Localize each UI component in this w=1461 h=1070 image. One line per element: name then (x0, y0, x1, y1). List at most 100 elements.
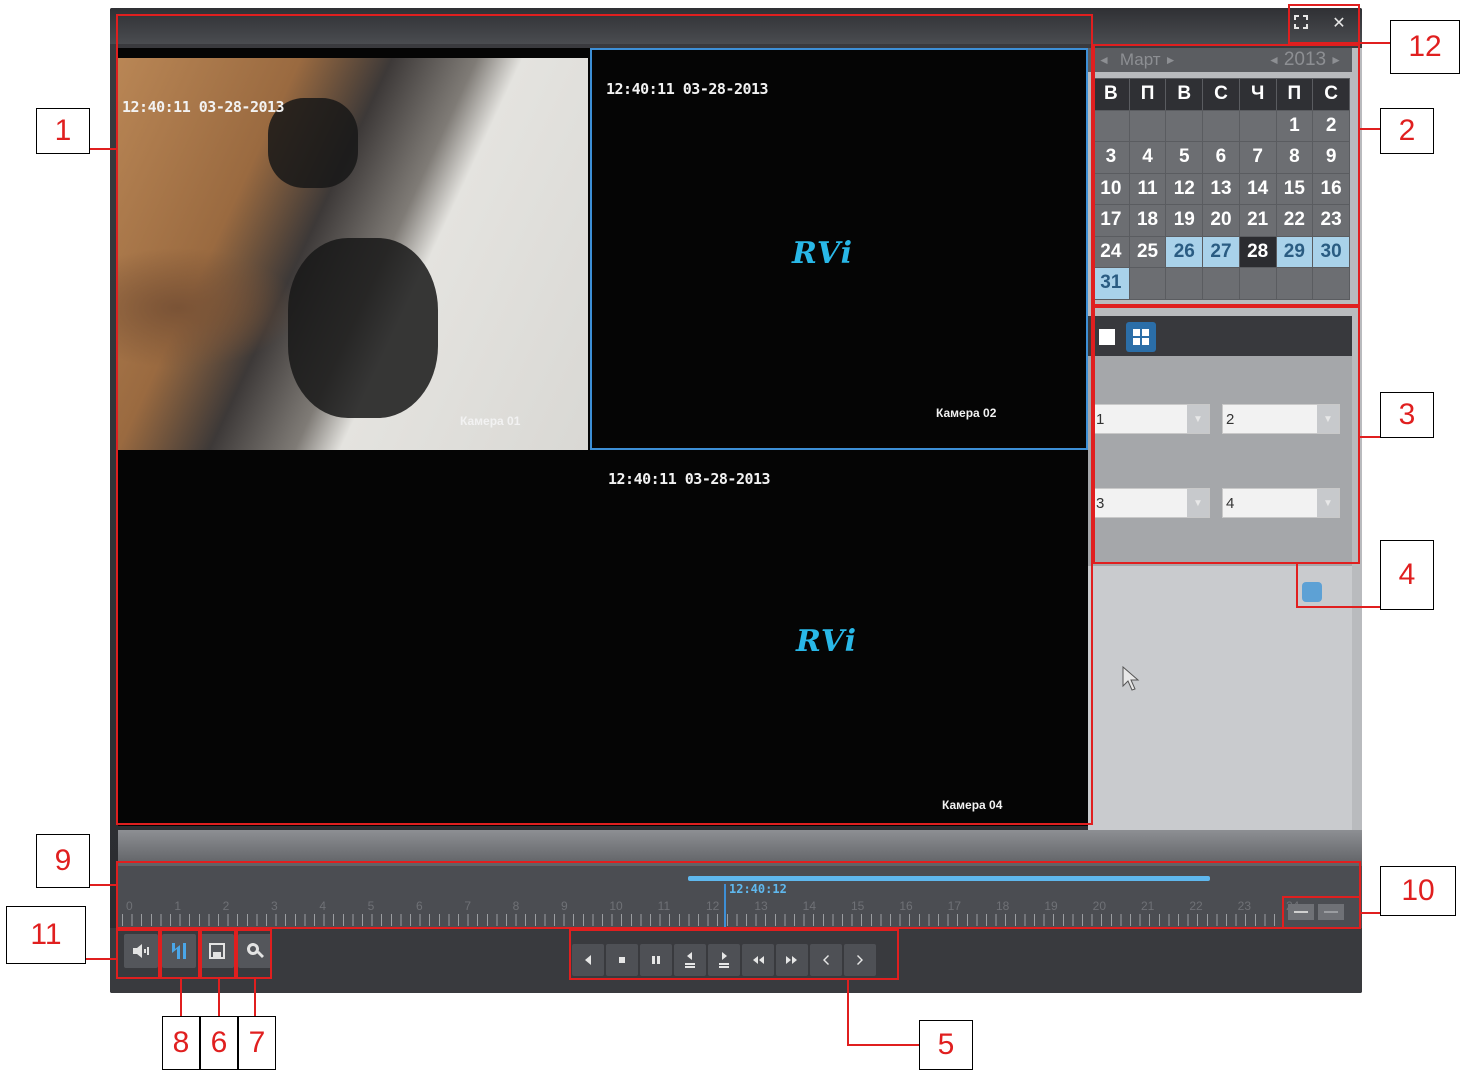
calendar-day[interactable]: 21 (1238, 204, 1277, 237)
calendar-day[interactable]: 20 (1202, 204, 1240, 237)
channel-select-1[interactable]: 1 ▼ (1092, 404, 1210, 434)
calendar-empty-cell (1128, 109, 1167, 142)
calendar-day[interactable]: 10 (1092, 172, 1130, 205)
mouse-pointer-icon (1122, 666, 1140, 691)
prev-month-icon[interactable]: ◄ (1098, 53, 1110, 67)
video-tile-camera-4[interactable]: 12:40:11 03-28-2013 RVi Камера 04 (118, 452, 1088, 826)
save-button[interactable] (200, 934, 234, 968)
timeline-current-time: 12:40:12 (729, 882, 787, 896)
zoom-in-button[interactable] (1318, 904, 1344, 920)
play-reverse-icon (585, 955, 591, 965)
calendar-day[interactable]: 6 (1202, 141, 1240, 174)
pause-button[interactable] (640, 944, 672, 976)
calendar-day[interactable]: 17 (1092, 204, 1130, 237)
timeline-hour-label: 20 (1092, 899, 1107, 913)
calendar-day[interactable]: 15 (1275, 172, 1314, 205)
calendar-day[interactable]: 26 (1165, 235, 1204, 268)
calendar-day[interactable]: 28 (1238, 235, 1277, 268)
video-tile-camera-2[interactable]: 12:40:11 03-28-2013 RVi Камера 02 (590, 48, 1088, 450)
calendar-week-row: 12 (1092, 109, 1350, 142)
fast-button[interactable] (776, 944, 808, 976)
calendar-empty-cell (1165, 267, 1204, 300)
calendar-day[interactable]: 7 (1238, 141, 1277, 174)
camera-object (288, 238, 438, 418)
fullscreen-button[interactable] (1288, 10, 1314, 34)
calendar-day[interactable]: 11 (1128, 172, 1167, 205)
clip-marker-button[interactable] (162, 934, 196, 968)
next-button[interactable] (844, 944, 876, 976)
calendar-day[interactable]: 24 (1092, 235, 1130, 268)
callout-label: 6 (200, 1016, 238, 1070)
rvi-logo: RVi (792, 236, 854, 271)
calendar-empty-cell (1238, 109, 1277, 142)
calendar-day[interactable]: 12 (1165, 172, 1204, 205)
calendar-day[interactable]: 9 (1312, 141, 1350, 174)
video-tile-camera-1[interactable]: 12:40:11 03-28-2013 Камера 01 (118, 58, 588, 450)
close-button[interactable]: ✕ (1326, 10, 1352, 34)
timeline[interactable]: 12:40:12 0 1 2 3 4 5 6 7 8 9 10 11 12 13 14 15 16 17 18 19 2… (118, 866, 1362, 928)
video-grid[interactable]: 12:40:11 03-28-2013 Камера 01 12:40:11 0… (118, 48, 1088, 826)
calendar-day[interactable]: 19 (1165, 204, 1204, 237)
chevron-down-icon: ▼ (1187, 405, 1209, 433)
next-year-icon[interactable]: ► (1330, 53, 1342, 67)
callout-label: 7 (238, 1016, 276, 1070)
status-indicator[interactable] (1302, 582, 1322, 602)
calendar-day[interactable]: 27 (1202, 235, 1240, 268)
calendar-day[interactable]: 4 (1128, 141, 1167, 174)
slow-button[interactable] (742, 944, 774, 976)
calendar-day[interactable]: 3 (1092, 141, 1130, 174)
chevron-down-icon: ▼ (1187, 489, 1209, 517)
annotation-line (1360, 128, 1380, 130)
calendar-day[interactable]: 2 (1312, 109, 1350, 142)
calendar-day[interactable]: 5 (1165, 141, 1204, 174)
timeline-hour-label: 5 (367, 899, 375, 913)
chevron-down-icon: ▼ (1317, 489, 1339, 517)
calendar-empty-cell (1128, 267, 1167, 300)
previous-button[interactable] (810, 944, 842, 976)
calendar-empty-cell (1312, 267, 1350, 300)
annotation-line (1360, 42, 1390, 44)
channel-select-2[interactable]: 2 ▼ (1222, 404, 1340, 434)
previous-icon (823, 955, 829, 965)
calendar-day[interactable]: 31 (1092, 267, 1130, 300)
calendar-day[interactable]: 1 (1275, 109, 1314, 142)
calendar-week-row: 10 11 12 13 14 15 16 (1092, 172, 1350, 205)
calendar-day[interactable]: 18 (1128, 204, 1167, 237)
timeline-hour-label: 14 (802, 899, 817, 913)
calendar-day[interactable]: 14 (1238, 172, 1277, 205)
calendar-day[interactable]: 16 (1312, 172, 1350, 205)
next-month-icon[interactable]: ► (1165, 53, 1177, 67)
annotation-line (1360, 436, 1380, 438)
volume-icon (133, 944, 149, 958)
calendar-day[interactable]: 22 (1275, 204, 1314, 237)
search-button[interactable] (238, 934, 272, 968)
channel-select-3[interactable]: 3 ▼ (1092, 488, 1210, 518)
timeline-hour-label: 17 (947, 899, 962, 913)
calendar-day[interactable]: 25 (1128, 235, 1167, 268)
zoom-out-button[interactable] (1288, 904, 1314, 920)
timeline-hour-label: 13 (754, 899, 768, 913)
play-reverse-button[interactable] (572, 944, 604, 976)
single-view-button[interactable] (1092, 322, 1122, 352)
calendar-day[interactable]: 29 (1275, 235, 1314, 268)
stop-button[interactable] (606, 944, 638, 976)
timeline-hour-label: 0 (126, 899, 133, 913)
calendar-day[interactable]: 8 (1275, 141, 1314, 174)
timeline-hour-label: 2 (222, 899, 230, 913)
prev-year-icon[interactable]: ◄ (1268, 53, 1280, 67)
step-forward-button[interactable] (708, 944, 740, 976)
clip-marker-icon (172, 943, 186, 959)
calendar-day[interactable]: 30 (1312, 235, 1350, 268)
callout-label: 11 (6, 906, 86, 964)
save-icon (209, 943, 225, 959)
step-back-button[interactable] (674, 944, 706, 976)
volume-button[interactable] (124, 934, 158, 968)
timeline-hour-label: 12 (706, 899, 720, 913)
channel-value: 4 (1226, 494, 1235, 512)
channel-select-4[interactable]: 4 ▼ (1222, 488, 1340, 518)
quad-view-button[interactable] (1126, 322, 1156, 352)
calendar-month: Март (1119, 50, 1161, 69)
calendar-day[interactable]: 13 (1202, 172, 1240, 205)
file-list-panel (1088, 566, 1352, 838)
calendar-day[interactable]: 23 (1312, 204, 1350, 237)
